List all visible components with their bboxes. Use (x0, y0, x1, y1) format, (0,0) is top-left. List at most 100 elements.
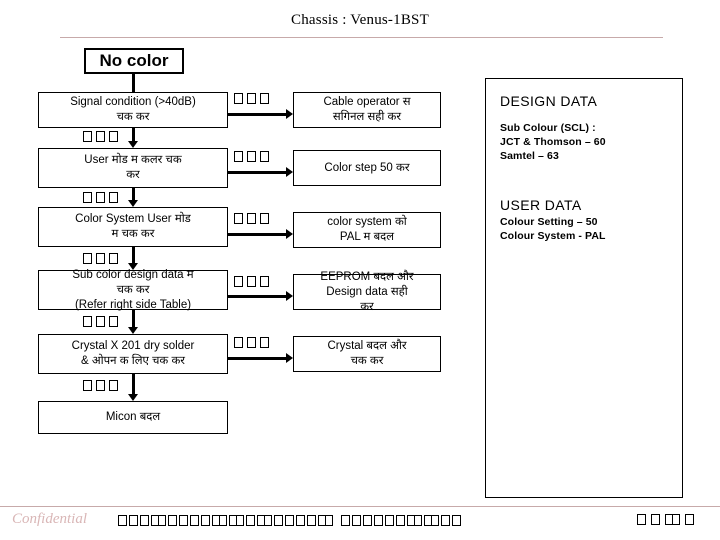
connector-label-crystal-to-micon (83, 380, 118, 391)
connector-label-usermode-to-colorstep (234, 151, 269, 162)
missing-glyph-icon (363, 515, 372, 526)
missing-glyph-icon (247, 151, 256, 162)
missing-glyph-icon (234, 93, 243, 104)
missing-glyph-icon (234, 276, 243, 287)
flow-box-no-color[interactable]: No color (84, 48, 184, 74)
connector-label-crystal-to-crystalchange (234, 337, 269, 348)
missing-glyph-icon (396, 515, 405, 526)
arrowhead-subcolor-to-eeprom (286, 291, 293, 301)
flow-box-no-color-label: No color (99, 51, 169, 70)
missing-glyph-icon (260, 93, 269, 104)
flow-box-micon-label: Micon बदल (105, 411, 161, 423)
missing-glyph-icon (257, 515, 272, 526)
connector-colorsys-to-subcolor (132, 247, 135, 264)
missing-glyph-icon (190, 515, 199, 526)
missing-glyph-icon (109, 316, 118, 327)
missing-glyph-icon (201, 515, 210, 526)
missing-glyph-icon (229, 515, 244, 526)
flow-box-color-step[interactable]: Color step 50 कर (293, 150, 441, 186)
connector-crystal-to-crystalchange (228, 357, 288, 360)
flow-box-color-system[interactable]: Color System User मोड म चक कर (38, 207, 228, 247)
flow-box-crystal-change[interactable]: Crystal बदल और चक कर (293, 336, 441, 372)
missing-glyph-icon (83, 316, 92, 327)
design-data-line-1: Sub Colour (SCL) : (500, 122, 596, 134)
missing-glyph-icon (260, 151, 269, 162)
arrowhead-colorsys-to-subcolor (128, 263, 138, 270)
missing-glyph-icon (140, 515, 149, 526)
missing-glyph-icon (109, 253, 118, 264)
missing-glyph-icon (109, 131, 118, 142)
connector-crystal-to-micon (132, 374, 135, 395)
missing-glyph-icon (96, 253, 105, 264)
connector-signal-to-usermode (132, 128, 135, 142)
flow-box-sub-color-design-data[interactable]: Sub color design data म चक कर (Refer rig… (38, 269, 228, 311)
missing-glyph-icon (441, 515, 450, 526)
missing-glyph-icon (407, 515, 422, 526)
flow-box-eeprom-line-2: Design data सही (326, 285, 408, 298)
user-data-line-1: Colour Setting – 50 (500, 216, 598, 228)
flow-box-color-system-line-2: म चक कर (111, 228, 155, 240)
missing-glyph-icon (651, 514, 660, 525)
flow-box-micon[interactable]: Micon बदल (38, 401, 228, 434)
connector-subcolor-to-crystal (132, 310, 135, 328)
connector-nocolor-to-signal (132, 74, 135, 92)
missing-glyph-icon (96, 192, 105, 203)
footer-divider (0, 506, 720, 507)
arrowhead-usermode-to-colorsys (128, 200, 138, 207)
flow-box-color-step-label: Color step 50 कर (324, 161, 410, 174)
flow-box-crystal-change-line-1: Crystal बदल और (327, 340, 407, 352)
missing-glyph-icon (260, 337, 269, 348)
missing-glyph-icon (285, 515, 294, 526)
connector-colorsys-to-pal (228, 233, 288, 236)
arrowhead-usermode-to-colorstep (286, 167, 293, 177)
user-data-line-2: Colour System - PAL (500, 230, 606, 242)
flow-box-user-mode-line-2: कर (126, 169, 140, 181)
design-data-panel: DESIGN DATA Sub Colour (SCL) : JCT & Tho… (485, 78, 683, 498)
flow-box-color-system-pal-line-2: PAL म बदल (339, 231, 395, 243)
missing-glyph-icon (637, 514, 646, 525)
missing-glyph-icon (307, 515, 316, 526)
flow-box-cable-operator[interactable]: Cable operator स सगिनल सही कर (293, 92, 441, 128)
connector-label-signal-to-usermode (83, 131, 118, 142)
missing-glyph-icon (260, 276, 269, 287)
flow-box-user-mode-line-1: User मोड म कलर चक (84, 154, 182, 166)
flow-box-signal-condition[interactable]: Signal condition (>40dB) चक कर (38, 92, 228, 128)
missing-glyph-icon (341, 515, 350, 526)
connector-label-subcolor-to-crystal (83, 316, 118, 327)
missing-glyph-icon (260, 213, 269, 224)
flow-box-eeprom-design-data[interactable]: EEPROM बदल और Design data सही कर (293, 271, 441, 313)
footer-missing-glyph-group-left (118, 515, 461, 526)
connector-label-subcolor-to-eeprom (234, 276, 269, 287)
design-data-line-2: JCT & Thomson – 60 (500, 136, 606, 148)
missing-glyph-icon (151, 515, 166, 526)
title-divider (60, 37, 663, 38)
missing-glyph-icon (296, 515, 305, 526)
connector-label-colorsys-to-subcolor (83, 253, 118, 264)
missing-glyph-icon (96, 131, 105, 142)
flow-box-user-mode[interactable]: User मोड म कलर चक कर (38, 148, 228, 188)
missing-glyph-icon (247, 337, 256, 348)
flow-box-color-system-pal[interactable]: color system को PAL म बदल (293, 212, 441, 248)
connector-label-signal-to-cable (234, 93, 269, 104)
missing-glyph-icon (385, 515, 394, 526)
missing-glyph-icon (318, 515, 333, 526)
flow-box-signal-condition-line-2: चक कर (116, 111, 150, 123)
missing-glyph-icon (109, 380, 118, 391)
missing-glyph-icon (352, 515, 361, 526)
missing-glyph-icon (83, 131, 92, 142)
arrowhead-colorsys-to-pal (286, 229, 293, 239)
flow-box-crystal-change-line-2: चक कर (350, 355, 384, 367)
flow-box-sub-color-line-2: चक कर (116, 283, 150, 296)
missing-glyph-icon (129, 515, 138, 526)
flow-box-crystal-line-1: Crystal X 201 dry solder (71, 340, 195, 352)
missing-glyph-icon (424, 515, 439, 526)
footer-missing-glyph-group-right (637, 514, 694, 525)
flow-box-color-system-pal-line-1: color system को (327, 216, 407, 228)
missing-glyph-icon (109, 192, 118, 203)
arrowhead-subcolor-to-crystal (128, 327, 138, 334)
flow-box-crystal-line-2: & ओपन क लिए चक कर (81, 355, 185, 367)
arrowhead-signal-to-usermode (128, 141, 138, 148)
flow-box-crystal-dry-solder[interactable]: Crystal X 201 dry solder & ओपन क लिए चक … (38, 334, 228, 374)
connector-usermode-to-colorstep (228, 171, 288, 174)
connector-label-usermode-to-colorsys (83, 192, 118, 203)
